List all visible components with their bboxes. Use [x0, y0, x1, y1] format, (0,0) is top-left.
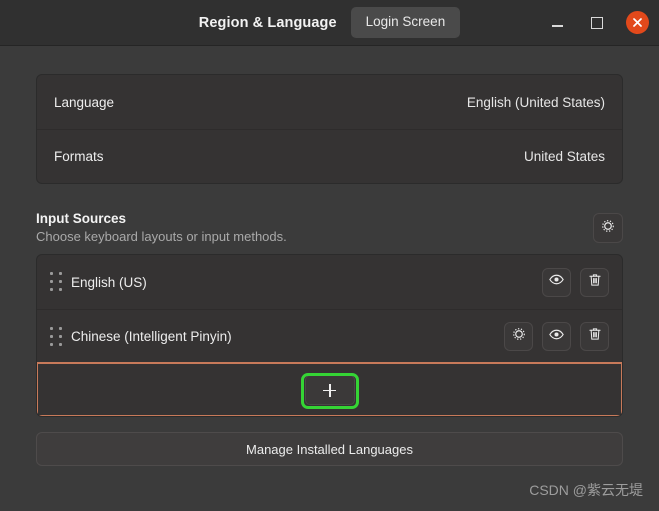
window-controls: [546, 0, 649, 45]
drag-handle-icon[interactable]: [49, 272, 63, 292]
gear-icon: [600, 218, 616, 239]
language-label: Language: [54, 94, 115, 110]
login-screen-button[interactable]: Login Screen: [350, 7, 461, 38]
preview-layout-button[interactable]: [542, 322, 571, 351]
close-icon[interactable]: [626, 11, 649, 34]
remove-source-button[interactable]: [580, 267, 609, 297]
trash-icon: [587, 326, 603, 347]
trash-icon: [587, 272, 603, 293]
language-value: English (United States): [466, 94, 605, 110]
title-bar: Region & Language Login Screen: [0, 0, 659, 46]
page-title: Region & Language: [198, 14, 337, 31]
region-language-window: Region & Language Login Screen Language …: [0, 0, 659, 511]
input-sources-subtitle: Choose keyboard layouts or input methods…: [36, 229, 287, 244]
add-input-source-button[interactable]: [304, 375, 355, 405]
input-sources-header: Input Sources Choose keyboard layouts or…: [36, 211, 623, 244]
list-item[interactable]: English (US): [37, 255, 622, 309]
input-sources-settings-button[interactable]: [593, 213, 623, 243]
input-source-actions: [504, 322, 609, 351]
language-row[interactable]: Language English (United States): [37, 75, 622, 129]
locale-card: Language English (United States) Formats…: [36, 74, 623, 184]
input-source-name: English (US): [71, 274, 147, 290]
plus-icon: [323, 383, 336, 397]
formats-value: United States: [523, 149, 605, 164]
list-item[interactable]: Chinese (Intelligent Pinyin): [37, 309, 622, 363]
maximize-icon[interactable]: [586, 12, 608, 34]
add-input-source-row[interactable]: [37, 362, 622, 416]
minimize-icon[interactable]: [546, 12, 568, 34]
watermark: CSDN @紫云无堤: [529, 482, 643, 498]
input-sources-title: Input Sources: [36, 211, 127, 226]
eye-icon: [548, 326, 565, 348]
input-sources-heading-text: Input Sources Choose keyboard layouts or…: [36, 211, 287, 244]
drag-handle-icon[interactable]: [49, 326, 63, 347]
remove-source-button[interactable]: [580, 322, 609, 351]
formats-label: Formats: [54, 149, 104, 164]
formats-row[interactable]: Formats United States: [37, 129, 622, 183]
settings-content: Language English (United States) Formats…: [0, 46, 659, 511]
gear-icon: [511, 326, 527, 347]
eye-icon: [548, 271, 565, 293]
input-source-name: Chinese (Intelligent Pinyin): [71, 329, 232, 344]
input-source-actions: [542, 267, 609, 297]
input-sources-card: English (US) Chinese (Intelligent Pinyin…: [36, 254, 623, 417]
preview-layout-button[interactable]: [542, 267, 571, 297]
manage-installed-languages-button[interactable]: Manage Installed Languages: [36, 432, 623, 466]
source-preferences-button[interactable]: [504, 322, 533, 351]
